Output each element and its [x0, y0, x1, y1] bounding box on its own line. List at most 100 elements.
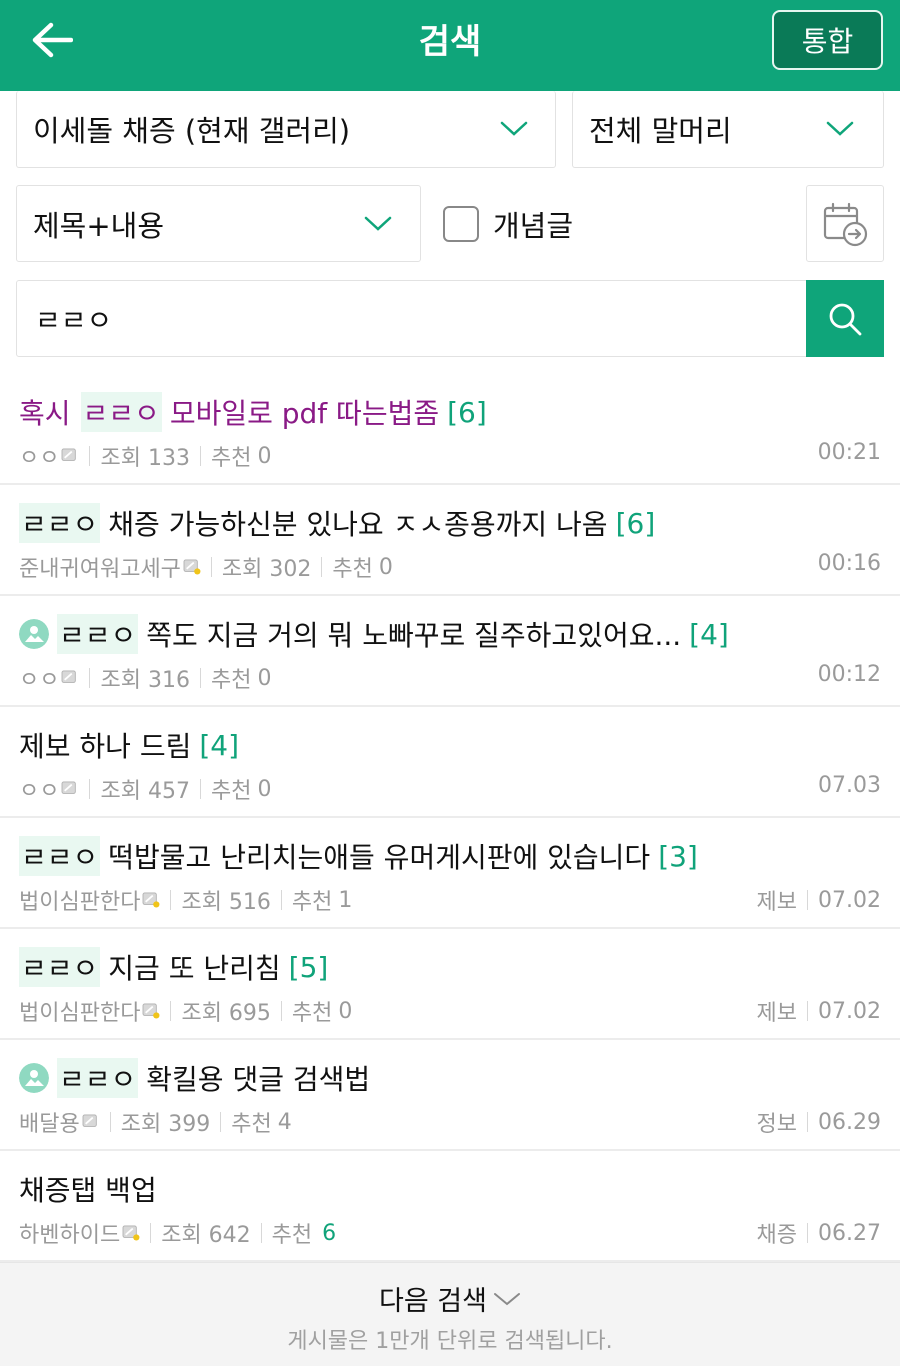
recommend-label: 추천	[210, 446, 252, 471]
post-time: 06.29	[818, 1109, 881, 1135]
comment-count: [6]	[615, 506, 656, 540]
gallery-select-value: 이세돌 채증 (현재 갤러리)	[33, 114, 351, 148]
divider	[210, 557, 212, 577]
result-title[interactable]: ㄹㄹㅇ 채증 가능하신분 있나요 ㅈㅅ종용까지 나옴 [6]	[19, 503, 655, 543]
recommend-count: 0	[257, 665, 272, 691]
result-meta-right: 채증 06.27	[757, 1217, 881, 1249]
view-count: 조회 316	[100, 668, 190, 693]
result-item[interactable]: 채증탭 백업하벤하이드 조회 642 추천 6 채증 06.27	[0, 1151, 900, 1262]
user-badge-icon	[143, 892, 160, 908]
post-time: 07.03	[818, 773, 881, 798]
user-badge-icon	[82, 1114, 97, 1127]
user-badge-icon	[62, 670, 77, 683]
head-tag: 제보	[756, 890, 798, 915]
result-title[interactable]: ㄹㄹㅇ 지금 또 난리침 [5]	[19, 947, 328, 987]
result-title-text: 제보 하나 드림	[19, 730, 192, 763]
recommend-count: 0	[378, 554, 393, 580]
search-input[interactable]	[17, 281, 807, 356]
recommend-label: 추천	[271, 1223, 313, 1248]
result-item[interactable]: ㄹㄹㅇ 확킬용 댓글 검색법 배달용 조회 399 추천 4 정보 06.29	[0, 1040, 900, 1151]
result-title-text: 지금 또 난리침	[108, 952, 281, 985]
author-name: ㅇㅇ	[19, 779, 60, 804]
result-meta: 법이심판한다 조회 695 추천 0	[19, 995, 352, 1027]
view-count: 조회 457	[100, 779, 190, 804]
search-term-highlight: ㄹㄹㅇ	[57, 614, 139, 654]
divider	[89, 446, 91, 466]
comment-count: [6]	[447, 395, 487, 429]
head-tag: 정보	[756, 1112, 798, 1137]
divider	[109, 1112, 111, 1132]
app-header: 검색 통합	[0, 0, 900, 91]
recommend-label: 추천	[291, 890, 333, 915]
result-title-text: 확킬용 댓글 검색법	[146, 1063, 371, 1096]
chevron-down-icon	[364, 216, 392, 231]
result-item[interactable]: ㄹㄹㅇ 지금 또 난리침 [5] 법이심판한다 조회 695 추천 0 제보 07.02	[0, 929, 900, 1040]
post-time: 00:16	[817, 551, 881, 576]
result-item[interactable]: 혹시 ㄹㄹㅇ 모바일로 pdf 따는법좀 [6] ㅇㅇ 조회 133 추천 0 00:21	[0, 374, 900, 485]
footer-note: 게시물은 1만개 단위로 검색됩니다.	[287, 1329, 613, 1354]
user-badge-icon	[122, 1225, 140, 1241]
calendar-icon	[823, 202, 868, 246]
divider	[260, 1223, 262, 1243]
result-title[interactable]: ㄹㄹㅇ 확킬용 댓글 검색법	[19, 1058, 370, 1098]
search-term-highlight: ㄹㄹㅇ	[80, 392, 162, 432]
integrated-search-button[interactable]: 통합	[772, 10, 883, 70]
post-time: 00:21	[817, 440, 881, 465]
head-tag: 제보	[756, 1001, 798, 1026]
result-title[interactable]: ㄹㄹㅇ 떡밥물고 난리치는애들 유머게시판에 있습니다 [3]	[19, 836, 698, 876]
concept-label: 개념글	[493, 209, 574, 243]
next-search-button[interactable]: 다음 검색	[0, 1279, 900, 1318]
post-time: 00:12	[817, 662, 881, 687]
divider	[170, 1001, 172, 1021]
concept-filter[interactable]: 개념글	[443, 204, 573, 244]
recommend-count: 6	[322, 1220, 337, 1246]
search-term-highlight: ㄹㄹㅇ	[19, 836, 101, 876]
comment-count: [5]	[288, 950, 329, 984]
search-scope-select[interactable]: 제목+내용	[16, 185, 421, 262]
recommend-count: 0	[257, 776, 272, 802]
next-search-label: 다음 검색	[379, 1286, 487, 1317]
author-name: 하벤하이드	[19, 1223, 121, 1248]
divider	[807, 890, 809, 910]
divider	[199, 668, 201, 688]
post-time: 07.02	[818, 887, 881, 913]
result-title[interactable]: 채증탭 백업	[19, 1169, 157, 1209]
result-item[interactable]: 제보 하나 드림 [4] ㅇㅇ 조회 457 추천 0 07.03	[0, 707, 900, 818]
divider	[89, 668, 91, 688]
user-badge-icon	[143, 1003, 160, 1019]
result-item[interactable]: ㄹㄹㅇ 채증 가능하신분 있나요 ㅈㅅ종용까지 나옴 [6] 준내귀여워고세구 조회 3…	[0, 485, 900, 596]
chevron-down-icon	[826, 121, 854, 136]
divider	[170, 890, 172, 910]
divider	[220, 1112, 222, 1132]
view-count: 조회 642	[161, 1223, 251, 1248]
search-button[interactable]	[806, 280, 884, 357]
image-attached-icon	[19, 619, 49, 649]
recommend-label: 추천	[332, 557, 373, 582]
result-title[interactable]: ㄹㄹㅇ 쪽도 지금 거의 뭐 노빠꾸로 질주하고있어요... [4]	[19, 614, 729, 654]
head-select-value: 전체 말머리	[589, 114, 732, 148]
gallery-select[interactable]: 이세돌 채증 (현재 갤러리)	[16, 91, 556, 168]
author-name: 배달용	[19, 1112, 80, 1137]
result-meta-right: 07.03	[818, 773, 881, 798]
date-search-button[interactable]	[806, 185, 884, 262]
result-title[interactable]: 제보 하나 드림 [4]	[19, 725, 239, 765]
view-count: 조회 302	[221, 557, 312, 582]
search-scope-value: 제목+내용	[33, 208, 165, 243]
result-title[interactable]: 혹시 ㄹㄹㅇ 모바일로 pdf 따는법좀 [6]	[19, 392, 487, 432]
result-meta-right: 00:16	[818, 551, 881, 576]
chevron-down-icon	[500, 121, 528, 136]
concept-checkbox[interactable]	[443, 206, 479, 242]
divider	[280, 890, 282, 910]
recommend-count: 0	[257, 443, 272, 469]
result-item[interactable]: ㄹㄹㅇ 쪽도 지금 거의 뭐 노빠꾸로 질주하고있어요... [4] ㅇㅇ 조회 316…	[0, 596, 900, 707]
divider	[89, 779, 91, 799]
search-term-highlight: ㄹㄹㅇ	[57, 1058, 139, 1098]
result-item[interactable]: ㄹㄹㅇ 떡밥물고 난리치는애들 유머게시판에 있습니다 [3] 법이심판한다 조회 51…	[0, 818, 900, 929]
result-title-text: 채증 가능하신분 있나요 ㅈㅅ종용까지 나옴	[108, 508, 608, 541]
user-badge-icon	[62, 781, 77, 794]
recommend-label: 추천	[210, 668, 252, 693]
head-select[interactable]: 전체 말머리	[572, 91, 884, 168]
footer: 다음 검색 게시물은 1만개 단위로 검색됩니다.	[0, 1262, 900, 1366]
divider	[199, 779, 201, 799]
author-name: 법이심판한다	[19, 1001, 141, 1026]
